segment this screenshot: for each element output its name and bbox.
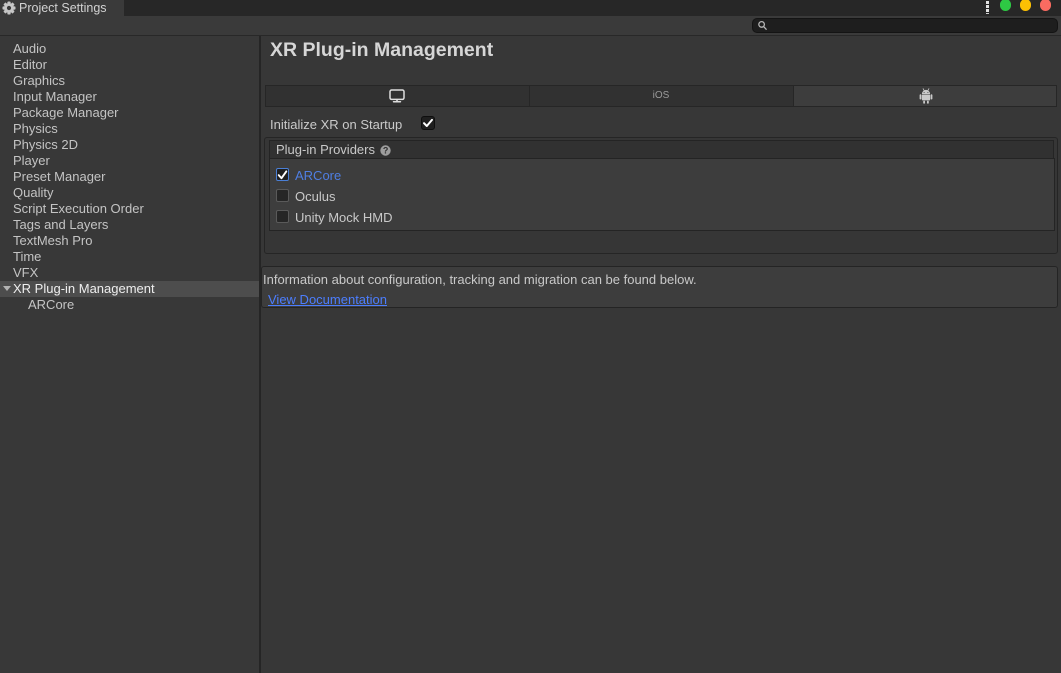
svg-text:?: ? xyxy=(383,145,389,155)
